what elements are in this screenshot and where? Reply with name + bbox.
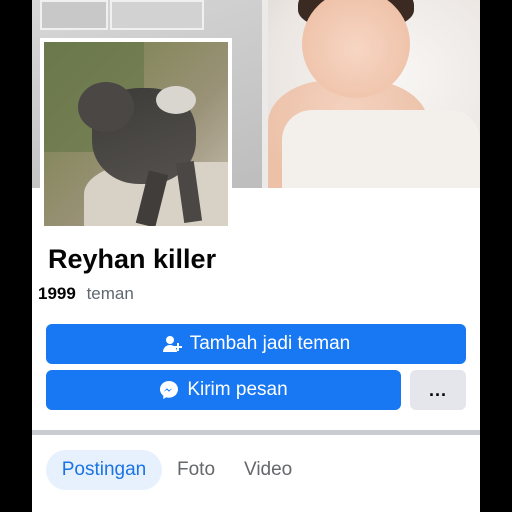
friends-count-label: teman bbox=[86, 284, 134, 303]
tab-posts-label: Postingan bbox=[61, 459, 147, 480]
tab-photos[interactable]: Foto bbox=[177, 450, 215, 490]
more-icon: ... bbox=[428, 379, 447, 400]
messenger-icon bbox=[159, 380, 179, 400]
friends-count[interactable]: 1999 teman bbox=[38, 284, 134, 304]
send-message-button[interactable]: Kirim pesan bbox=[46, 370, 401, 410]
profile-page: Reyhan killer 1999 teman Tambah jadi tem… bbox=[32, 0, 480, 512]
tab-posts[interactable]: Postingan bbox=[46, 450, 162, 490]
profile-picture[interactable] bbox=[40, 38, 232, 230]
section-divider bbox=[32, 430, 480, 435]
friends-count-number: 1999 bbox=[38, 284, 76, 303]
add-friend-label: Tambah jadi teman bbox=[189, 333, 351, 354]
send-message-label: Kirim pesan bbox=[187, 379, 288, 400]
tab-photos-label: Foto bbox=[177, 459, 216, 480]
add-friend-button[interactable]: Tambah jadi teman bbox=[46, 324, 466, 364]
profile-name: Reyhan killer bbox=[48, 244, 217, 274]
tab-videos-label: Video bbox=[244, 459, 293, 480]
profile-picture-image bbox=[44, 42, 228, 226]
add-friend-icon bbox=[162, 334, 182, 354]
more-options-button[interactable]: ... bbox=[410, 370, 466, 410]
tab-videos[interactable]: Video bbox=[244, 450, 292, 490]
